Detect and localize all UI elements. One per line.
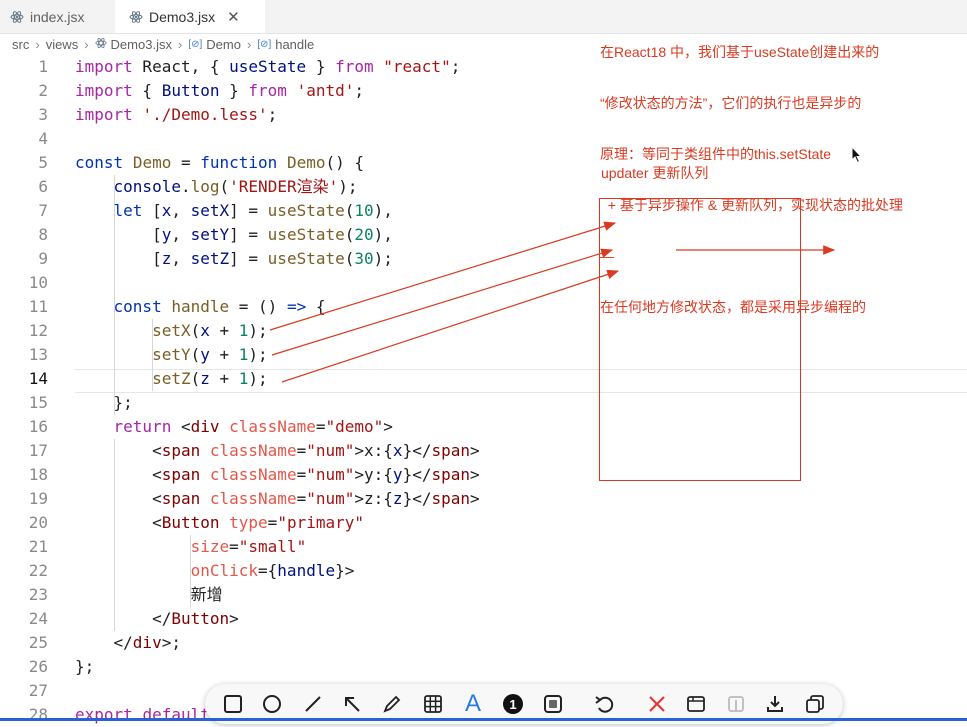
ellipse-icon[interactable] — [260, 692, 284, 716]
download-icon[interactable] — [763, 692, 787, 716]
annotation-arrows — [269, 221, 836, 383]
arrow-sety — [271, 248, 614, 356]
pen-icon[interactable] — [380, 692, 404, 716]
copy-icon[interactable] — [803, 692, 827, 716]
pin-icon[interactable] — [724, 692, 748, 716]
step-number-icon[interactable]: 1 — [501, 692, 525, 716]
mosaic-icon[interactable] — [421, 692, 445, 716]
text-icon[interactable]: A — [461, 690, 485, 717]
arrow-icon[interactable] — [340, 692, 364, 716]
line-icon[interactable] — [301, 692, 325, 716]
blur-icon[interactable] — [541, 692, 565, 716]
mouse-pointer-icon — [851, 145, 863, 168]
cancel-icon[interactable] — [645, 692, 669, 716]
undo-icon[interactable] — [593, 692, 617, 716]
step-number-glyph: 1 — [503, 694, 523, 714]
arrow-setx — [269, 221, 617, 331]
arrow-setz — [281, 269, 620, 383]
rectangle-icon[interactable] — [221, 692, 245, 716]
save-icon[interactable] — [684, 692, 708, 716]
